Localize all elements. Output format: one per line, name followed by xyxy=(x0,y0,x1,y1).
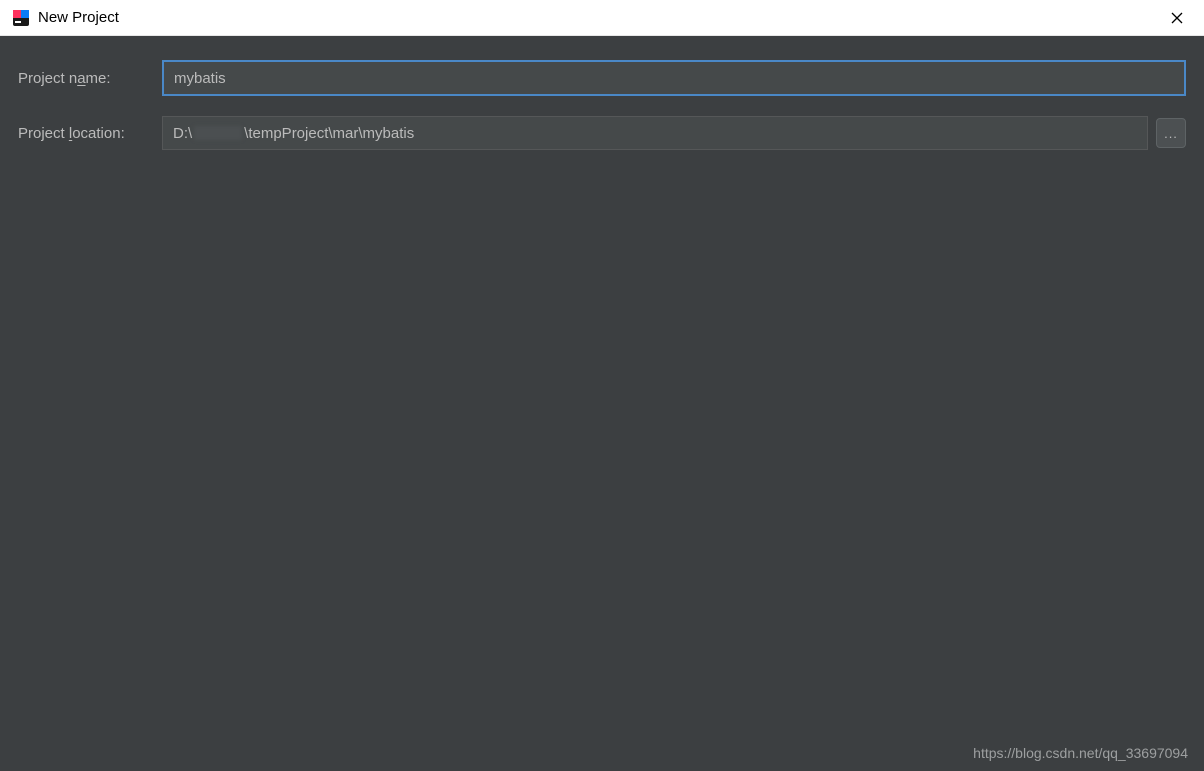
titlebar: New Project xyxy=(0,0,1204,36)
project-name-input[interactable] xyxy=(162,60,1186,96)
redacted-path-segment xyxy=(194,126,242,140)
watermark-text: https://blog.csdn.net/qq_33697094 xyxy=(973,745,1188,761)
new-project-dialog: New Project Project name: Project locati… xyxy=(0,0,1204,771)
window-title: New Project xyxy=(38,9,119,26)
close-icon xyxy=(1171,12,1183,24)
browse-location-button[interactable]: ... xyxy=(1156,118,1186,148)
project-location-row: Project location: D:\\tempProject\mar\my… xyxy=(18,116,1186,150)
intellij-icon xyxy=(12,9,30,27)
project-location-label: Project location: xyxy=(18,125,162,142)
project-name-label: Project name: xyxy=(18,70,162,87)
close-button[interactable] xyxy=(1160,4,1194,32)
project-name-row: Project name: xyxy=(18,60,1186,96)
project-location-input[interactable]: D:\\tempProject\mar\mybatis xyxy=(162,116,1148,150)
dialog-content: Project name: Project location: D:\\temp… xyxy=(0,36,1204,771)
